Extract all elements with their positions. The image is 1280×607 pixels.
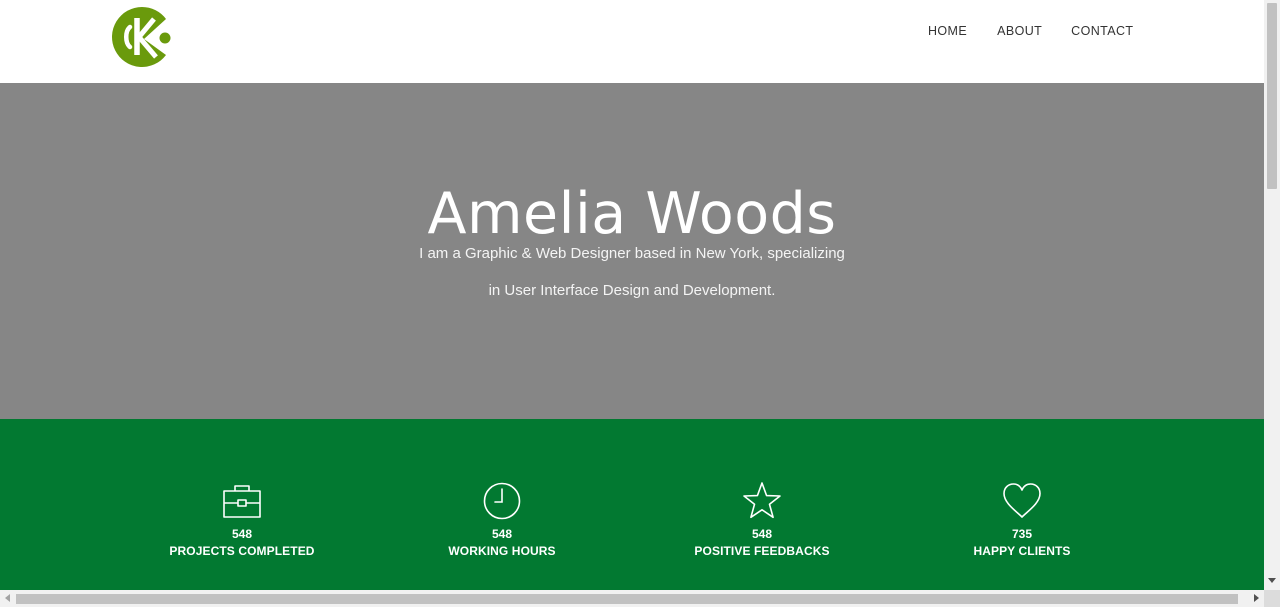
hero-title: Amelia Woods bbox=[427, 181, 837, 247]
logo[interactable] bbox=[110, 5, 174, 69]
briefcase-icon bbox=[223, 485, 261, 518]
horizontal-scrollbar[interactable] bbox=[0, 590, 1264, 607]
main-nav: HOME ABOUT CONTACT bbox=[928, 23, 1133, 39]
stats-section: 548 PROJECTS COMPLETED 548 WORKING HOURS… bbox=[0, 419, 1264, 590]
stat-value: 548 bbox=[491, 527, 513, 541]
nav-contact-link[interactable]: CONTACT bbox=[1071, 23, 1133, 39]
heart-icon bbox=[1003, 483, 1041, 518]
scroll-right-arrow-icon[interactable] bbox=[1254, 594, 1259, 602]
stat-label: POSITIVE FEEDBACKS bbox=[694, 544, 830, 558]
stat-projects: 548 PROJECTS COMPLETED bbox=[132, 419, 352, 590]
hero-subtitle-line2: in User Interface Design and Development… bbox=[488, 282, 776, 299]
stat-clients: 735 HAPPY CLIENTS bbox=[912, 419, 1132, 590]
scroll-left-arrow-icon[interactable] bbox=[5, 594, 10, 602]
scroll-down-arrow-icon[interactable] bbox=[1268, 578, 1276, 583]
stat-value: 548 bbox=[231, 527, 253, 541]
horizontal-scrollbar-thumb[interactable] bbox=[16, 594, 1238, 604]
hero-section: Amelia Woods I am a Graphic & Web Design… bbox=[0, 83, 1264, 419]
stat-value: 735 bbox=[1011, 527, 1033, 541]
hero-subtitle-line1: I am a Graphic & Web Designer based in N… bbox=[419, 245, 845, 262]
scrollbar-corner bbox=[1264, 590, 1280, 607]
stat-feedbacks: 548 POSITIVE FEEDBACKS bbox=[652, 419, 872, 590]
stat-label: PROJECTS COMPLETED bbox=[169, 544, 315, 558]
vertical-scrollbar[interactable] bbox=[1264, 0, 1280, 590]
site-header: HOME ABOUT CONTACT bbox=[0, 0, 1264, 83]
stat-label: WORKING HOURS bbox=[448, 544, 556, 558]
ck-logo-icon bbox=[112, 7, 171, 67]
nav-about-link[interactable]: ABOUT bbox=[997, 23, 1042, 39]
stat-value: 548 bbox=[751, 527, 773, 541]
stat-hours: 548 WORKING HOURS bbox=[392, 419, 612, 590]
nav-home-link[interactable]: HOME bbox=[928, 23, 967, 39]
star-icon bbox=[743, 482, 781, 519]
vertical-scrollbar-thumb[interactable] bbox=[1267, 3, 1277, 189]
clock-icon bbox=[483, 482, 521, 520]
page: HOME ABOUT CONTACT Amelia Woods I am a G… bbox=[0, 0, 1264, 590]
stat-label: HAPPY CLIENTS bbox=[973, 544, 1071, 558]
